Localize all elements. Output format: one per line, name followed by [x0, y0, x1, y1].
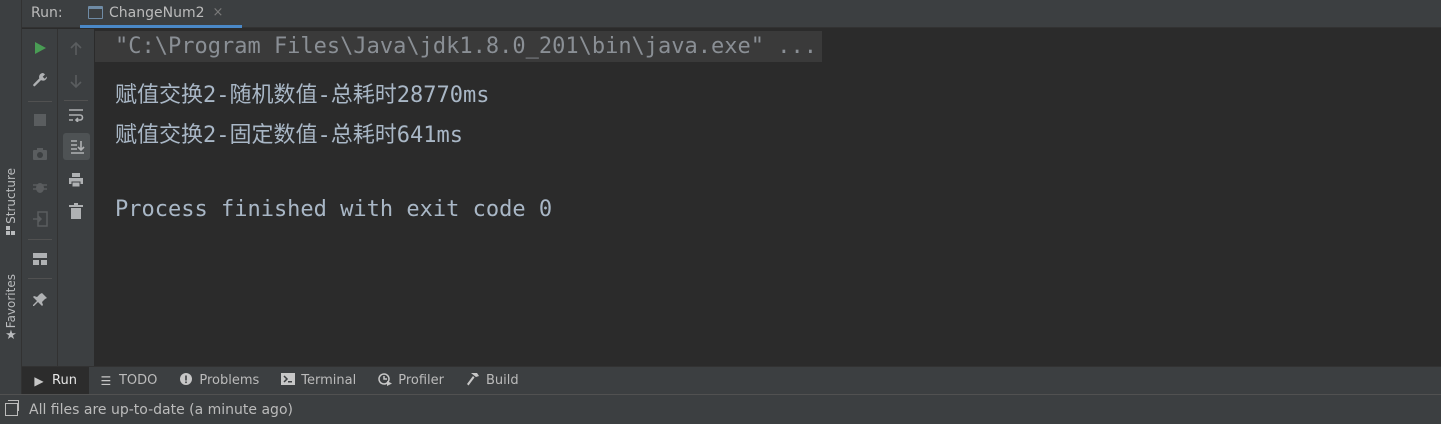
play-icon[interactable] — [28, 36, 52, 60]
scroll-to-end-icon[interactable] — [63, 133, 90, 160]
stop-icon[interactable] — [28, 108, 52, 132]
tab-problems[interactable]: Problems — [169, 367, 271, 395]
arrow-down-icon[interactable] — [64, 69, 88, 93]
left-tool-strip: Structure Favorites ★ — [0, 0, 22, 394]
console-command-line: "C:\Program Files\Java\jdk1.8.0_201\bin\… — [95, 31, 822, 62]
terminal-icon — [281, 373, 296, 388]
star-icon: ★ — [5, 327, 17, 343]
console-output-line: 赋值交换2-随机数值-总耗时28770ms — [115, 83, 490, 108]
pin-icon[interactable] — [28, 288, 52, 312]
tab-build-label: Build — [486, 373, 519, 388]
trash-icon[interactable] — [64, 199, 88, 223]
console-output-line: 赋值交换2-固定数值-总耗时641ms — [115, 123, 463, 148]
run-icon: ▶ — [34, 373, 44, 388]
toolbar-separator — [28, 278, 52, 279]
favorites-tab[interactable]: Favorites ★ — [0, 274, 22, 343]
tab-terminal[interactable]: Terminal — [271, 367, 368, 395]
structure-icon — [4, 224, 18, 238]
profiler-icon — [378, 372, 393, 389]
tool-windows-icon[interactable] — [5, 400, 19, 416]
tab-problems-label: Problems — [199, 373, 260, 388]
close-icon[interactable]: × — [213, 5, 224, 20]
run-config-tab[interactable]: ChangeNum2 × — [80, 0, 242, 28]
tab-todo-label: TODO — [118, 373, 158, 388]
print-icon[interactable] — [64, 168, 88, 192]
bottom-tool-tabs: ▶ Run ☰ TODO Problems Terminal Profiler — [22, 366, 1441, 395]
console-output[interactable]: "C:\Program Files\Java\jdk1.8.0_201\bin\… — [95, 29, 1441, 366]
toolbar-separator — [28, 239, 52, 240]
run-panel-label: Run: — [31, 5, 63, 21]
camera-icon[interactable] — [28, 142, 52, 166]
tab-todo[interactable]: ☰ TODO — [89, 367, 169, 395]
structure-tab-label: Structure — [4, 168, 18, 224]
console-window-icon — [88, 6, 103, 19]
tab-profiler[interactable]: Profiler — [368, 367, 456, 395]
soft-wrap-icon[interactable] — [64, 103, 88, 127]
layout-icon[interactable] — [28, 247, 52, 271]
toolbar-separator — [64, 100, 88, 101]
favorites-tab-label: Favorites — [4, 274, 18, 329]
tab-run[interactable]: ▶ Run — [22, 366, 89, 395]
tab-terminal-label: Terminal — [301, 373, 357, 388]
wrench-icon[interactable] — [28, 68, 52, 92]
console-exit-line: Process finished with exit code 0 — [115, 197, 553, 222]
ide-window: Structure Favorites ★ Run: ChangeNum2 × — [0, 0, 1441, 424]
status-message: All files are up-to-date (a minute ago) — [29, 401, 293, 418]
run-config-tab-label: ChangeNum2 — [109, 4, 205, 21]
run-toolbar-secondary — [58, 29, 95, 366]
arrow-up-icon[interactable] — [64, 37, 88, 61]
status-bar: All files are up-to-date (a minute ago) — [0, 394, 1441, 424]
toolbar-separator — [28, 101, 52, 102]
structure-tab[interactable]: Structure — [0, 168, 22, 238]
tab-run-label: Run — [52, 373, 77, 388]
info-icon — [179, 373, 193, 388]
list-icon: ☰ — [100, 373, 112, 388]
run-toolbar-primary — [22, 29, 58, 366]
bug-icon[interactable] — [28, 175, 52, 199]
tab-profiler-label: Profiler — [398, 373, 445, 388]
hammer-icon — [466, 372, 480, 389]
tab-build[interactable]: Build — [456, 367, 531, 395]
run-panel-header: Run: ChangeNum2 × — [22, 0, 1441, 28]
exit-icon[interactable] — [28, 207, 52, 231]
